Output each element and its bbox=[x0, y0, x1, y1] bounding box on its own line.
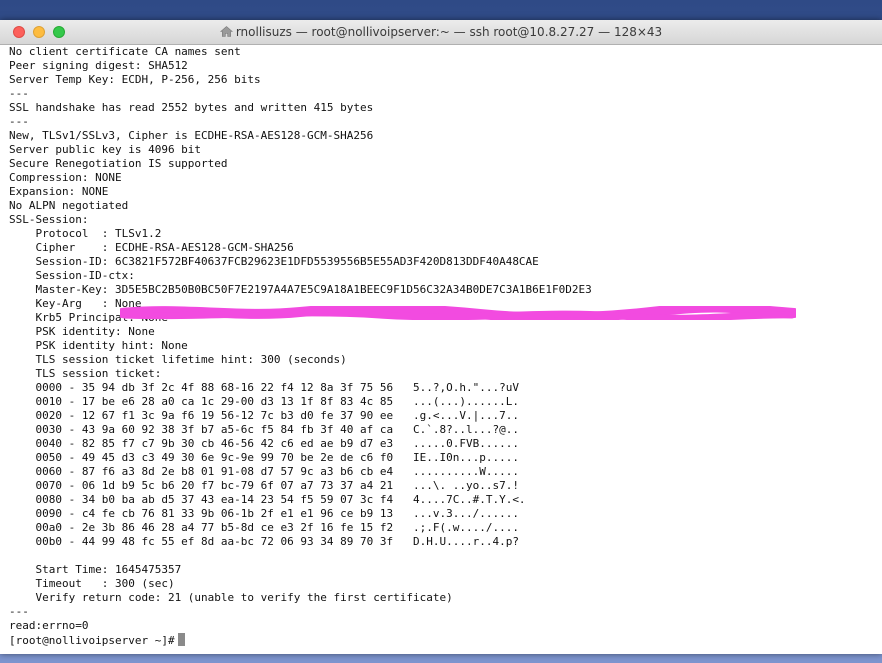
home-icon bbox=[219, 26, 233, 37]
terminal-line: --- bbox=[9, 87, 29, 100]
terminal-line: 0080 - 34 b0 ba ab d5 37 43 ea-14 23 54 … bbox=[9, 493, 526, 506]
terminal-line: No ALPN negotiated bbox=[9, 199, 129, 212]
terminal-line: Timeout : 300 (sec) bbox=[9, 577, 175, 590]
terminal-line: Verify return code: 21 (unable to verify… bbox=[9, 591, 453, 604]
terminal-line: --- bbox=[9, 605, 29, 618]
terminal-line: 0020 - 12 67 f1 3c 9a f6 19 56-12 7c b3 … bbox=[9, 409, 519, 422]
terminal-line: Cipher : ECDHE-RSA-AES128-GCM-SHA256 bbox=[9, 241, 294, 254]
terminal-line: Key-Arg : None bbox=[9, 297, 142, 310]
terminal-line: read:errno=0 bbox=[9, 619, 89, 632]
terminal-line: Server Temp Key: ECDH, P-256, 256 bits bbox=[9, 73, 261, 86]
title-bar[interactable]: rnollisuzs — root@nollivoipserver:~ — ss… bbox=[0, 20, 882, 45]
terminal-line: 0090 - c4 fe cb 76 81 33 9b 06-1b 2f e1 … bbox=[9, 507, 519, 520]
terminal-line: PSK identity hint: None bbox=[9, 339, 188, 352]
terminal-line: Server public key is 4096 bit bbox=[9, 143, 202, 156]
terminal-line: Peer signing digest: SHA512 bbox=[9, 59, 188, 72]
terminal-line: Compression: NONE bbox=[9, 171, 122, 184]
terminal-line: 0070 - 06 1d b9 5c b6 20 f7 bc-79 6f 07 … bbox=[9, 479, 519, 492]
terminal-line: SSL handshake has read 2552 bytes and wr… bbox=[9, 101, 374, 114]
terminal-line: Protocol : TLSv1.2 bbox=[9, 227, 162, 240]
prompt-text: [root@nollivoipserver ~]# bbox=[9, 634, 175, 647]
terminal-line: New, TLSv1/SSLv3, Cipher is ECDHE-RSA-AE… bbox=[9, 129, 374, 142]
terminal-line: Krb5 Principal: None bbox=[9, 311, 168, 324]
terminal-line: 0040 - 82 85 f7 c7 9b 30 cb 46-56 42 c6 … bbox=[9, 437, 519, 450]
terminal-line: 0010 - 17 be e6 28 a0 ca 1c 29-00 d3 13 … bbox=[9, 395, 519, 408]
terminal-line: PSK identity: None bbox=[9, 325, 155, 338]
window-title: rnollisuzs — root@nollivoipserver:~ — ss… bbox=[0, 25, 882, 39]
terminal-line: 0050 - 49 45 d3 c3 49 30 6e 9c-9e 99 70 … bbox=[9, 451, 519, 464]
terminal-output[interactable]: No client certificate CA names sent Peer … bbox=[0, 45, 882, 654]
terminal-line: TLS session ticket: bbox=[9, 367, 162, 380]
terminal-line: Session-ID: 6C3821F572BF40637FCB29623E1D… bbox=[9, 255, 539, 268]
terminal-line: 0000 - 35 94 db 3f 2c 4f 88 68-16 22 f4 … bbox=[9, 381, 519, 394]
terminal-line: Expansion: NONE bbox=[9, 185, 109, 198]
terminal-window: rnollisuzs — root@nollivoipserver:~ — ss… bbox=[0, 20, 882, 654]
window-title-text: rnollisuzs — root@nollivoipserver:~ — ss… bbox=[235, 25, 663, 39]
terminal-line: 00b0 - 44 99 48 fc 55 ef 8d aa-bc 72 06 … bbox=[9, 535, 519, 548]
terminal-line: 0060 - 87 f6 a3 8d 2e b8 01 91-08 d7 57 … bbox=[9, 465, 519, 478]
terminal-line: Start Time: 1645475357 bbox=[9, 563, 182, 576]
terminal-line: Session-ID-ctx: bbox=[9, 269, 135, 282]
terminal-line: --- bbox=[9, 115, 29, 128]
shell-prompt[interactable]: [root@nollivoipserver ~]# bbox=[9, 633, 882, 647]
terminal-line: Secure Renegotiation IS supported bbox=[9, 157, 228, 170]
terminal-line: 0030 - 43 9a 60 92 38 3f b7 a5-6c f5 84 … bbox=[9, 423, 519, 436]
terminal-line: No client certificate CA names sent bbox=[9, 45, 241, 58]
terminal-line: Master-Key: 3D5E5BC2B50B0BC50F7E2197A4A7… bbox=[9, 283, 592, 296]
text-cursor bbox=[177, 633, 185, 646]
terminal-line: SSL-Session: bbox=[9, 213, 89, 226]
terminal-line: TLS session ticket lifetime hint: 300 (s… bbox=[9, 353, 347, 366]
terminal-line: 00a0 - 2e 3b 86 46 28 a4 77 b5-8d ce e3 … bbox=[9, 521, 519, 534]
